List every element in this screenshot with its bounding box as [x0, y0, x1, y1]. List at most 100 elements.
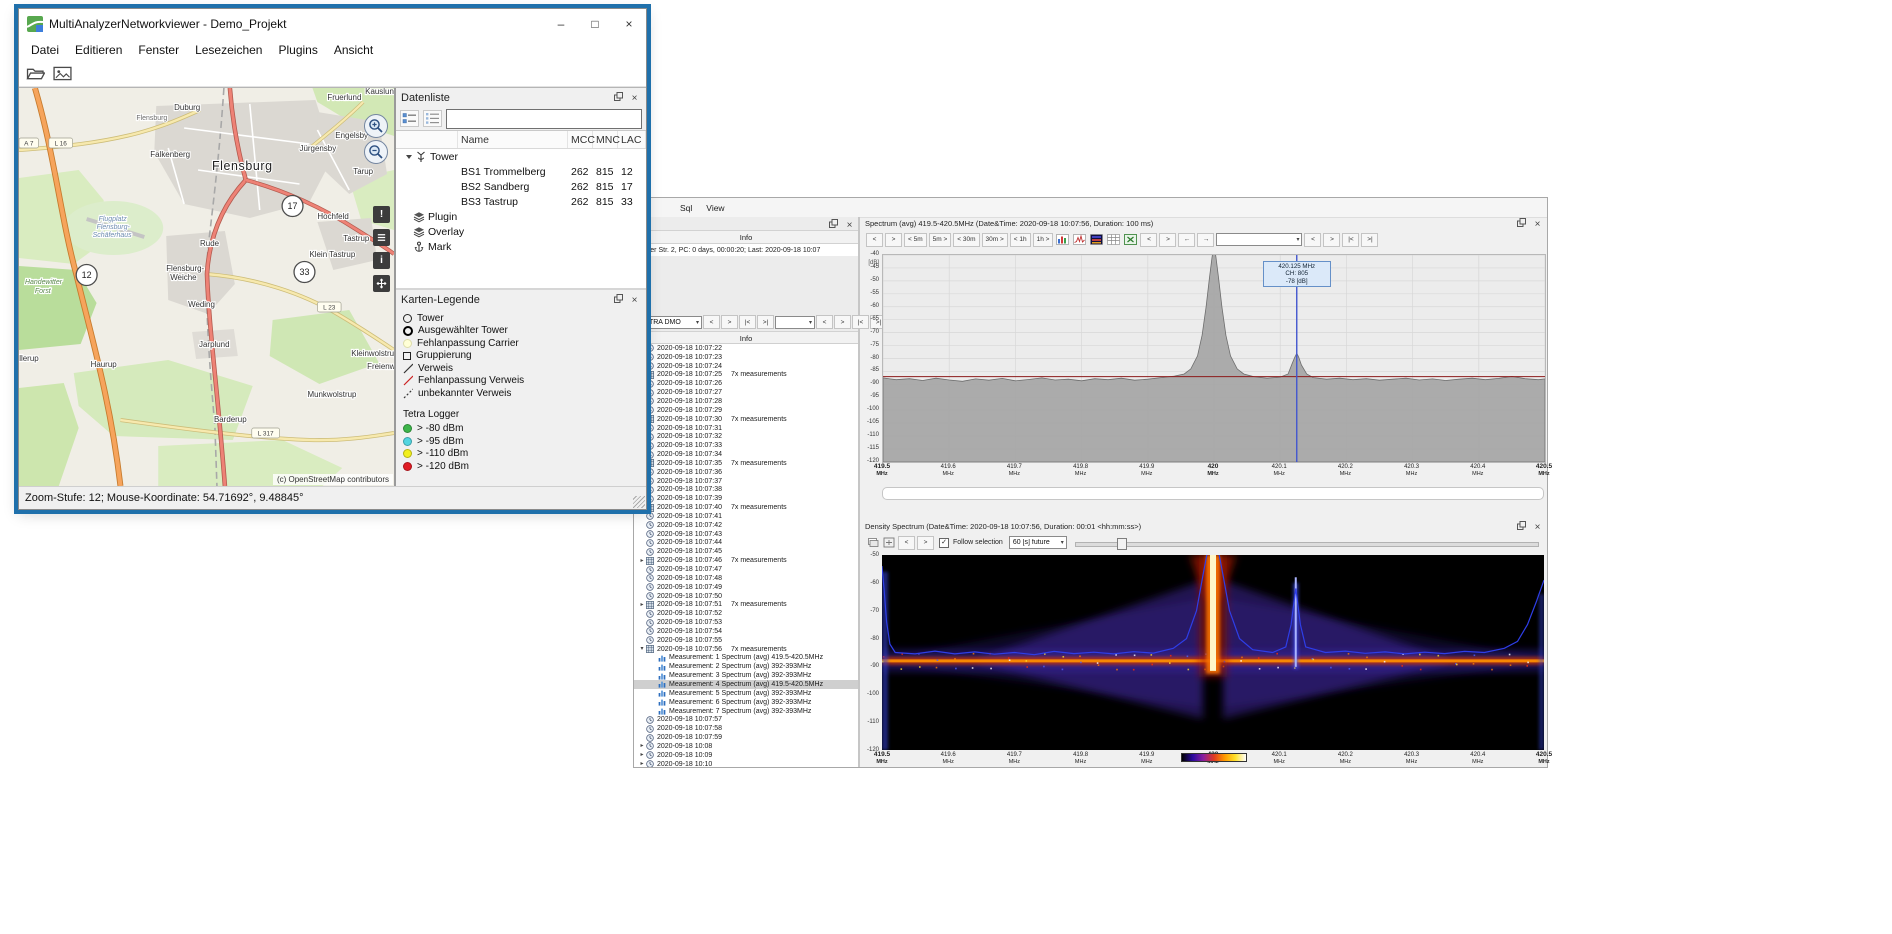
time-slider[interactable] [1074, 537, 1539, 550]
table-row[interactable]: BS3 Tastrup 262 815 33 [396, 194, 646, 209]
log-entry[interactable]: Measurement: 7 Spectrum (avg) 392-393MHz [634, 707, 858, 716]
column-header-lac[interactable]: LAC [618, 131, 646, 148]
last-button[interactable]: >| [1361, 232, 1379, 247]
log-entry[interactable]: ▸2020-09-18 10:07:307x measurements [634, 415, 858, 424]
log-entry[interactable]: 2020-09-18 10:07:48 [634, 574, 858, 583]
float-icon[interactable] [612, 292, 625, 305]
density-plot[interactable] [882, 555, 1544, 750]
menu-item-lesezeichen[interactable]: Lesezeichen [187, 41, 270, 59]
log-entry[interactable]: 2020-09-18 10:07:57 [634, 715, 858, 724]
list-view-icon[interactable] [423, 110, 442, 127]
info-tool[interactable]: i [373, 252, 390, 269]
menu-item-datei[interactable]: Datei [23, 41, 67, 59]
close-icon[interactable]: × [628, 294, 641, 307]
expander-icon[interactable]: ▸ [638, 751, 646, 759]
move-tool[interactable] [373, 275, 390, 292]
secondary-select[interactable]: ▾ [775, 315, 815, 329]
prev-button[interactable]: < [816, 315, 833, 329]
menu-item-ansicht[interactable]: Ansicht [326, 41, 381, 59]
column-header-name[interactable]: Name [458, 131, 568, 148]
prev-button[interactable]: < [1304, 232, 1322, 247]
density-icon[interactable] [1090, 234, 1104, 245]
tower-marker[interactable]: 17 [281, 194, 304, 218]
float-icon[interactable] [1515, 216, 1528, 229]
log-entry[interactable]: 2020-09-18 10:07:29 [634, 406, 858, 415]
log-entry[interactable]: Measurement: 3 Spectrum (avg) 392-393MHz [634, 671, 858, 680]
zoom-out-button[interactable] [364, 140, 388, 164]
log-entry[interactable]: 2020-09-18 10:07:43 [634, 530, 858, 539]
future-window-select[interactable]: 60 [s] future ▾ [1008, 536, 1067, 549]
prev-button[interactable]: < [866, 232, 883, 247]
log-entry[interactable]: ▸ 2020-09-18 10:07:51 7x measurements [634, 600, 858, 609]
expander-icon[interactable]: ▸ [638, 601, 646, 609]
log-entry[interactable]: 2020-09-18 10:07:50 [634, 592, 858, 601]
log-entry[interactable]: 2020-09-18 10:07:23 [634, 353, 858, 362]
time-nav-5m[interactable]: < 5m [904, 232, 927, 247]
back-button[interactable]: ← [1178, 232, 1196, 247]
log-entry[interactable]: 2020-09-18 10:07:37 [634, 477, 858, 486]
log-entry[interactable]: ▸2020-09-18 10:07:257x measurements [634, 371, 858, 380]
log-entry[interactable]: 2020-09-18 10:07:45 [634, 547, 858, 556]
time-nav-1h[interactable]: < 1h [1009, 232, 1031, 247]
log-entry[interactable]: 2020-09-18 10:07:36 [634, 468, 858, 477]
log-entry[interactable]: 2020-09-18 10:07:32 [634, 432, 858, 441]
next-button[interactable]: > [1159, 232, 1177, 247]
log-entry[interactable]: 2020-09-18 10:07:58 [634, 724, 858, 733]
expander-icon[interactable]: ▸ [638, 557, 646, 565]
table-row[interactable]: Mark [396, 239, 646, 254]
follow-selection-checkbox[interactable]: ✓ [939, 537, 949, 548]
compress-icon[interactable] [883, 537, 895, 548]
spectrum-scrollbar[interactable] [882, 487, 1544, 500]
first-button[interactable]: |< [1342, 232, 1360, 247]
log-entry[interactable]: 2020-09-18 10:07:47 [634, 565, 858, 574]
histogram-icon[interactable] [1056, 234, 1070, 245]
prev-button[interactable]: < [898, 535, 915, 550]
time-nav-5m[interactable]: 5m > [928, 232, 952, 247]
log-entry[interactable]: 2020-09-18 10:07:26 [634, 379, 858, 388]
log-entry[interactable]: Measurement: 4 Spectrum (avg) 419.5-420.… [634, 680, 858, 689]
log-entry[interactable]: ▸2020-09-18 10:07:357x measurements [634, 459, 858, 468]
close-icon[interactable]: × [628, 92, 641, 105]
log-entry[interactable]: 2020-09-18 10:07:34 [634, 450, 858, 459]
table-row[interactable]: Overlay [396, 224, 646, 239]
menu-item-view[interactable]: View [706, 203, 724, 213]
float-icon[interactable] [827, 217, 840, 230]
log-entry[interactable]: Measurement: 1 Spectrum (avg) 419.5-420.… [634, 654, 858, 663]
resize-grip[interactable] [633, 496, 645, 508]
float-icon[interactable] [1515, 519, 1528, 532]
menu-item-sql[interactable]: Sql [680, 203, 692, 213]
export-icon[interactable] [1124, 234, 1138, 245]
log-entry[interactable]: 2020-09-18 10:07:53 [634, 618, 858, 627]
log-entry[interactable]: 2020-09-18 10:07:22 [634, 344, 858, 353]
detail-view-icon[interactable] [400, 110, 419, 127]
next-button[interactable]: > [834, 315, 851, 329]
table-row[interactable]: Tower [396, 149, 646, 164]
time-nav-30m[interactable]: < 30m [953, 232, 980, 247]
next-button[interactable]: > [1323, 232, 1341, 247]
list-tool[interactable] [373, 229, 390, 246]
info-row[interactable]: eitner Str. 2, PC: 0 days, 00:00:20; Las… [634, 244, 858, 256]
last-button[interactable]: >| [757, 315, 774, 329]
log-entry[interactable]: 2020-09-18 10:07:59 [634, 733, 858, 742]
warning-tool[interactable]: ! [373, 206, 390, 223]
log-entry[interactable]: Measurement: 5 Spectrum (avg) 392-393MHz [634, 689, 858, 698]
log-entry[interactable]: ▸ 2020-09-18 10:07:46 7x measurements [634, 556, 858, 565]
log-entry[interactable]: 2020-09-18 10:07:41 [634, 512, 858, 521]
float-icon[interactable] [612, 90, 625, 103]
time-nav-30m[interactable]: 30m > [981, 232, 1008, 247]
log-entry[interactable]: 2020-09-18 10:07:49 [634, 583, 858, 592]
spectrum-icon[interactable] [1073, 234, 1087, 245]
menu-item-plugins[interactable]: Plugins [270, 41, 325, 59]
log-entry[interactable]: 2020-09-18 10:07:55 [634, 636, 858, 645]
map-view[interactable]: Duburg Fruerlund Kauslund-Ost Flensburg Enge… [19, 88, 395, 486]
column-header-mcc[interactable]: MCC [568, 131, 595, 148]
next-button[interactable]: > [917, 535, 934, 550]
close-button[interactable]: × [612, 9, 646, 39]
zoom-in-button[interactable] [364, 114, 388, 138]
log-entry[interactable]: 2020-09-18 10:07:31 [634, 424, 858, 433]
expander-icon[interactable]: ▸ [638, 760, 646, 767]
table-row[interactable]: BS1 Trommelberg 262 815 12 [396, 164, 646, 179]
log-entry[interactable]: Measurement: 6 Spectrum (avg) 392-393MHz [634, 698, 858, 707]
log-entry[interactable]: Measurement: 2 Spectrum (avg) 392-393MHz [634, 662, 858, 671]
column-header-tree[interactable] [396, 131, 458, 148]
